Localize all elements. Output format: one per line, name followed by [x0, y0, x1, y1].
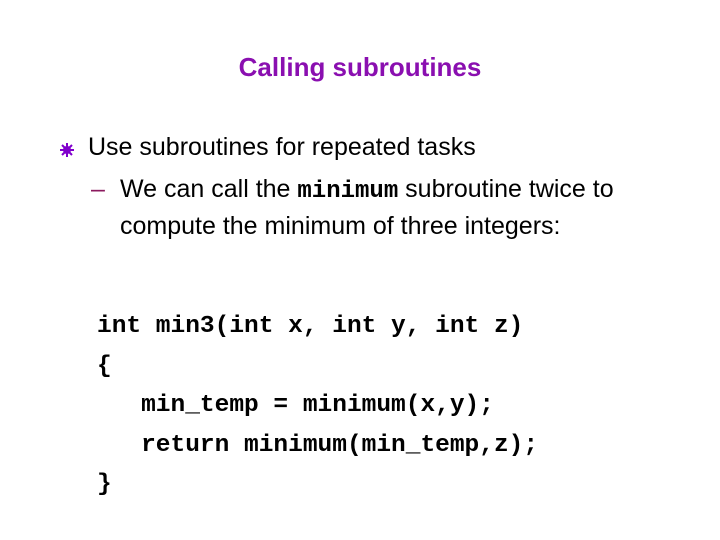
asterisk-bullet-icon: [60, 143, 74, 157]
code-line: min_temp = minimum(x,y);: [97, 392, 494, 419]
code-block: int min3(int x, int y, int z) { min_temp …: [97, 307, 538, 505]
slide-title: Calling subroutines: [238, 52, 482, 82]
sub-bullet-text: We can call the minimum subroutine twice…: [120, 172, 631, 243]
dash-bullet-icon: –: [91, 175, 105, 203]
sub-bullet-item: – We can call the minimum subroutine twi…: [91, 172, 631, 243]
code-line: }: [97, 471, 112, 498]
code-line: int min3(int x, int y, int z): [97, 313, 524, 340]
code-line: {: [97, 352, 112, 380]
code-line: return minimum(min_temp,z);: [97, 431, 539, 459]
bullet-text: Use subroutines for repeated tasks: [88, 133, 476, 161]
code-word: minimum: [297, 178, 399, 205]
sub-text-before: We can call the: [120, 175, 298, 203]
